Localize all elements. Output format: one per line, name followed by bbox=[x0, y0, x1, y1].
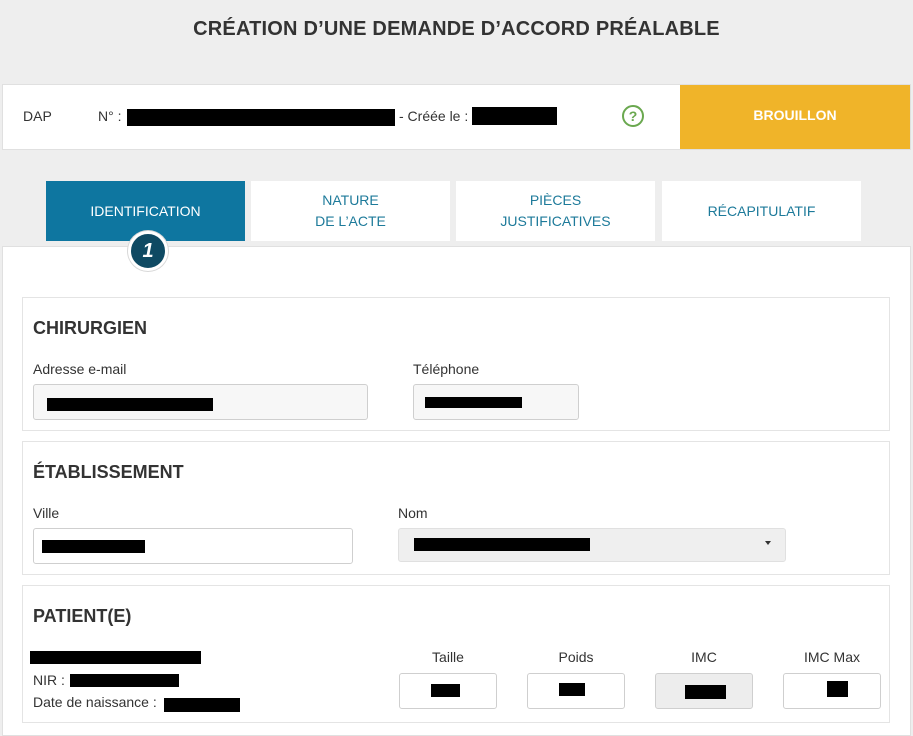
dap-created-date-redacted bbox=[472, 107, 557, 125]
dap-header-card: DAP N° : - Créée le : ? BROUILLON bbox=[2, 84, 911, 150]
nir-label: NIR : bbox=[33, 672, 65, 688]
phone-label: Téléphone bbox=[413, 361, 480, 377]
bmi-label: IMC bbox=[691, 649, 717, 665]
tab-nature-label: NATURE DE L’ACTE bbox=[315, 192, 386, 229]
establishment-name-redacted bbox=[414, 538, 590, 551]
weight-label: Poids bbox=[558, 649, 594, 665]
height-label: Taille bbox=[432, 649, 464, 665]
tab-recapitulatif-label: RÉCAPITULATIF bbox=[707, 202, 816, 219]
city-value-redacted bbox=[42, 540, 145, 553]
tab-recapitulatif[interactable]: RÉCAPITULATIF bbox=[662, 181, 861, 241]
height-field[interactable] bbox=[399, 673, 497, 709]
chevron-down-icon bbox=[765, 541, 771, 545]
section-patient: PATIENT(E) NIR : Date de naissance : Tai… bbox=[22, 585, 890, 723]
page-title: CRÉATION D’UNE DEMANDE D’ACCORD PRÉALABL… bbox=[193, 18, 720, 40]
phone-field[interactable] bbox=[413, 384, 579, 420]
dap-label: DAP bbox=[23, 108, 52, 124]
section-title-etablissement: ÉTABLISSEMENT bbox=[33, 462, 184, 482]
birth-date-label: Date de naissance : bbox=[33, 694, 157, 710]
establishment-name-label: Nom bbox=[398, 505, 428, 521]
city-label: Ville bbox=[33, 505, 60, 521]
tab-pieces-label: PIÈCES JUSTIFICATIVES bbox=[500, 192, 611, 229]
bmi-max-field[interactable] bbox=[783, 673, 881, 709]
dap-created-label: - Créée le : bbox=[399, 108, 469, 124]
tab-nature-de-l-acte[interactable]: NATURE DE L’ACTE bbox=[251, 181, 450, 241]
status-badge: BROUILLON bbox=[680, 85, 910, 149]
help-icon[interactable]: ? bbox=[622, 105, 644, 127]
section-title-chirurgien: CHIRURGIEN bbox=[33, 318, 148, 338]
city-field[interactable] bbox=[33, 528, 353, 564]
bmi-field bbox=[655, 673, 753, 709]
section-chirurgien: CHIRURGIEN Adresse e-mail Téléphone bbox=[22, 297, 890, 431]
tab-pieces-justificatives[interactable]: PIÈCES JUSTIFICATIVES bbox=[456, 181, 655, 241]
birth-date-redacted bbox=[164, 698, 240, 712]
dap-number-redacted bbox=[127, 109, 395, 126]
email-field[interactable] bbox=[33, 384, 368, 420]
patient-name-redacted bbox=[30, 651, 201, 664]
bmi-max-value-redacted bbox=[827, 681, 848, 697]
dap-number-label: N° : bbox=[98, 108, 122, 124]
email-value-redacted bbox=[47, 398, 213, 411]
section-title-patient: PATIENT(E) bbox=[33, 606, 132, 626]
bmi-max-label: IMC Max bbox=[804, 649, 860, 665]
height-value-redacted bbox=[431, 684, 460, 697]
step-indicator: 1 bbox=[128, 231, 168, 271]
bmi-value-redacted bbox=[685, 685, 726, 699]
section-etablissement: ÉTABLISSEMENT Ville Nom bbox=[22, 441, 890, 575]
weight-value-redacted bbox=[559, 683, 585, 696]
establishment-name-select[interactable] bbox=[398, 528, 786, 562]
tab-identification-label: IDENTIFICATION bbox=[90, 202, 201, 219]
phone-value-redacted bbox=[425, 397, 522, 408]
nir-value-redacted bbox=[70, 674, 179, 687]
email-label: Adresse e-mail bbox=[33, 361, 127, 377]
weight-field[interactable] bbox=[527, 673, 625, 709]
